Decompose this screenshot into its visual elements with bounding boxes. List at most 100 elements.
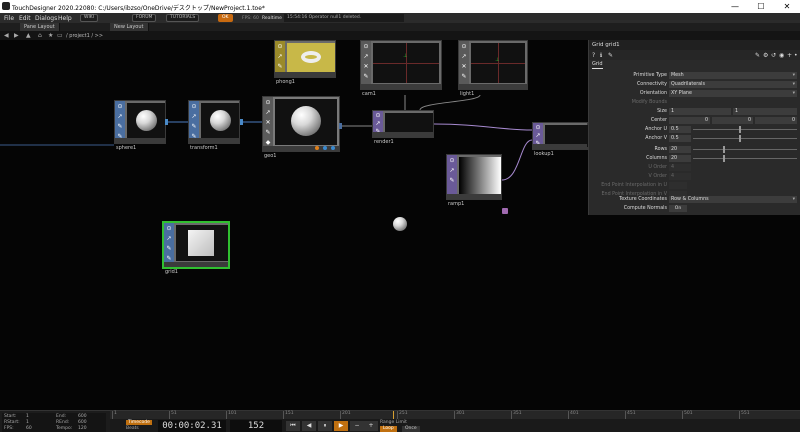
back-icon[interactable]: ◀ [4,32,9,39]
center-z-field[interactable]: 0 [755,117,797,124]
bypass-icon[interactable]: ↗ [374,120,382,128]
bypass-icon[interactable]: ↗ [264,109,272,117]
bypass-icon[interactable]: ↗ [190,113,198,121]
rows-field[interactable]: 20 [669,146,691,153]
columns-field[interactable]: 20 [669,155,691,162]
anchor-v-field[interactable]: 0.5 [669,135,691,142]
close-icon[interactable]: ✕ [460,63,468,71]
lock-icon[interactable]: ✎ [460,73,468,81]
bypass-icon[interactable]: ↗ [276,53,284,61]
node-cam1[interactable]: ⊙ ↗ ✕ ✎ ⊥ cam1 [360,40,442,97]
close-icon[interactable]: ✕ [264,119,272,127]
reset-icon[interactable]: ↺ [771,52,776,59]
viewer-flag-icon[interactable] [331,146,335,150]
ok-badge[interactable]: OK [218,14,233,22]
connectivity-select[interactable]: Quadrilaterals [669,81,797,88]
rows-slider[interactable] [693,149,797,150]
tempo-value[interactable]: 120 [78,426,87,431]
tab-new-layout[interactable]: New Layout [110,23,149,31]
node-render1[interactable]: ⊙↗✎ render1 [372,110,434,145]
node-phong1[interactable]: ⊙ ↗ ✎ phong1 [274,40,336,85]
info-icon[interactable]: ⊙ [190,103,198,111]
info-icon[interactable]: ⊙ [448,157,456,165]
output-connector[interactable] [165,119,168,125]
to-start-button[interactable]: ⏮ [286,421,300,431]
bypass-icon[interactable]: ↗ [362,53,370,61]
size-y-field[interactable]: 1 [733,108,797,115]
node-geo1[interactable]: ⊙ ↗ ✕ ✎ ◆ geo1 [262,96,340,159]
info-icon[interactable]: ⊙ [374,112,382,120]
minimize-button[interactable]: — [722,0,748,13]
node-ramp1[interactable]: ⊙ ↗ ✎ ramp1 [446,154,502,207]
output-connector[interactable] [339,123,342,129]
folder-icon[interactable]: ▭ [57,32,63,39]
help-icon[interactable]: ? [592,52,595,59]
menu-dialogs[interactable]: Dialogs [35,15,57,22]
anchor-u-knob[interactable] [739,126,741,133]
center-x-field[interactable]: 0 [669,117,710,124]
forum-button[interactable]: FORUM [132,14,157,22]
edit-icon[interactable]: ✎ [755,52,760,59]
gear-icon[interactable]: ⚙ [763,52,768,59]
node-grid1[interactable]: ⊙ ↗ ✎ ✎ grid1 [162,221,230,275]
texture-coordinates-select[interactable]: Row & Columns [669,196,797,203]
rend-value[interactable]: 600 [78,420,87,425]
star-icon[interactable]: ★ [48,32,53,39]
tab-pane-layout[interactable]: Pane Layout [20,23,60,31]
bypass-icon[interactable]: ↗ [534,132,542,140]
lock-icon[interactable]: ✎ [362,73,370,81]
info-icon[interactable]: ⊙ [264,99,272,107]
range-once-button[interactable]: Once [402,426,420,432]
realtime-toggle[interactable]: Realtime [262,16,282,21]
node-light1[interactable]: ⊙ ↗ ✕ ✎ ⊥ light1 [458,40,528,97]
close-icon[interactable]: ✕ [362,63,370,71]
end-value[interactable]: 600 [78,414,87,419]
bypass-icon[interactable]: ↗ [165,235,173,243]
compute-normals-toggle[interactable]: On [669,205,687,212]
fps-value[interactable]: 60 [26,426,32,431]
columns-knob[interactable] [723,155,725,162]
info-icon[interactable]: ⊙ [116,103,124,111]
viewer-toggle-icon[interactable] [502,208,508,214]
lock-icon[interactable]: ✎ [190,123,198,131]
playhead[interactable] [393,411,394,419]
lock-icon[interactable]: ✎ [448,177,456,185]
frame-display[interactable]: 152 [230,420,282,432]
add-icon[interactable]: + [787,52,792,59]
home-icon[interactable]: ⌂ [38,32,42,39]
lock-icon[interactable]: ✎ [264,129,272,137]
timecode-mode-toggle[interactable]: Timecode [126,420,152,425]
maximize-button[interactable]: ☐ [748,0,774,13]
info-icon[interactable]: ⊙ [362,43,370,51]
lock-icon[interactable]: ✎ [276,63,284,71]
close-button[interactable]: ✕ [774,0,800,13]
info-icon[interactable]: ⊙ [460,43,468,51]
search-icon[interactable]: ◉ [779,52,784,59]
columns-slider[interactable] [693,158,797,159]
anchor-u-field[interactable]: 0.5 [669,126,691,133]
start-value[interactable]: 1 [26,414,29,419]
tutorials-button[interactable]: TUTORIALS [166,14,200,22]
info-icon[interactable]: ⊙ [165,225,173,233]
rstart-value[interactable]: 1 [26,420,29,425]
wiki-button[interactable]: WIKI [80,14,99,22]
node-transform1[interactable]: ⊙ ↗ ✎ ✎ transform1 [188,100,240,151]
center-y-field[interactable]: 0 [712,117,753,124]
step-back-button[interactable]: ◀ [302,421,316,431]
menu-file[interactable]: File [4,15,14,22]
menu-help[interactable]: Help [58,15,72,22]
decrement-button[interactable]: − [350,421,364,431]
python-icon[interactable]: ✎ [608,52,613,59]
range-loop-button[interactable]: Loop [380,426,397,432]
up-icon[interactable]: ▲ [26,32,31,39]
primitive-type-select[interactable]: Mesh [669,72,797,79]
anchor-v-slider[interactable] [693,138,797,139]
info-icon[interactable]: ℹ [600,52,602,59]
beats-mode-toggle[interactable]: Beats [126,426,139,431]
forward-icon[interactable]: ▶ [14,32,19,39]
timeline-ruler[interactable]: 1 51 101 151 201 251 301 351 401 451 501… [110,411,800,419]
anchor-u-slider[interactable] [693,129,797,130]
bypass-icon[interactable]: ↗ [448,167,456,175]
lock-icon[interactable]: ✎ [165,245,173,253]
orientation-select[interactable]: XY Plane [669,90,797,97]
